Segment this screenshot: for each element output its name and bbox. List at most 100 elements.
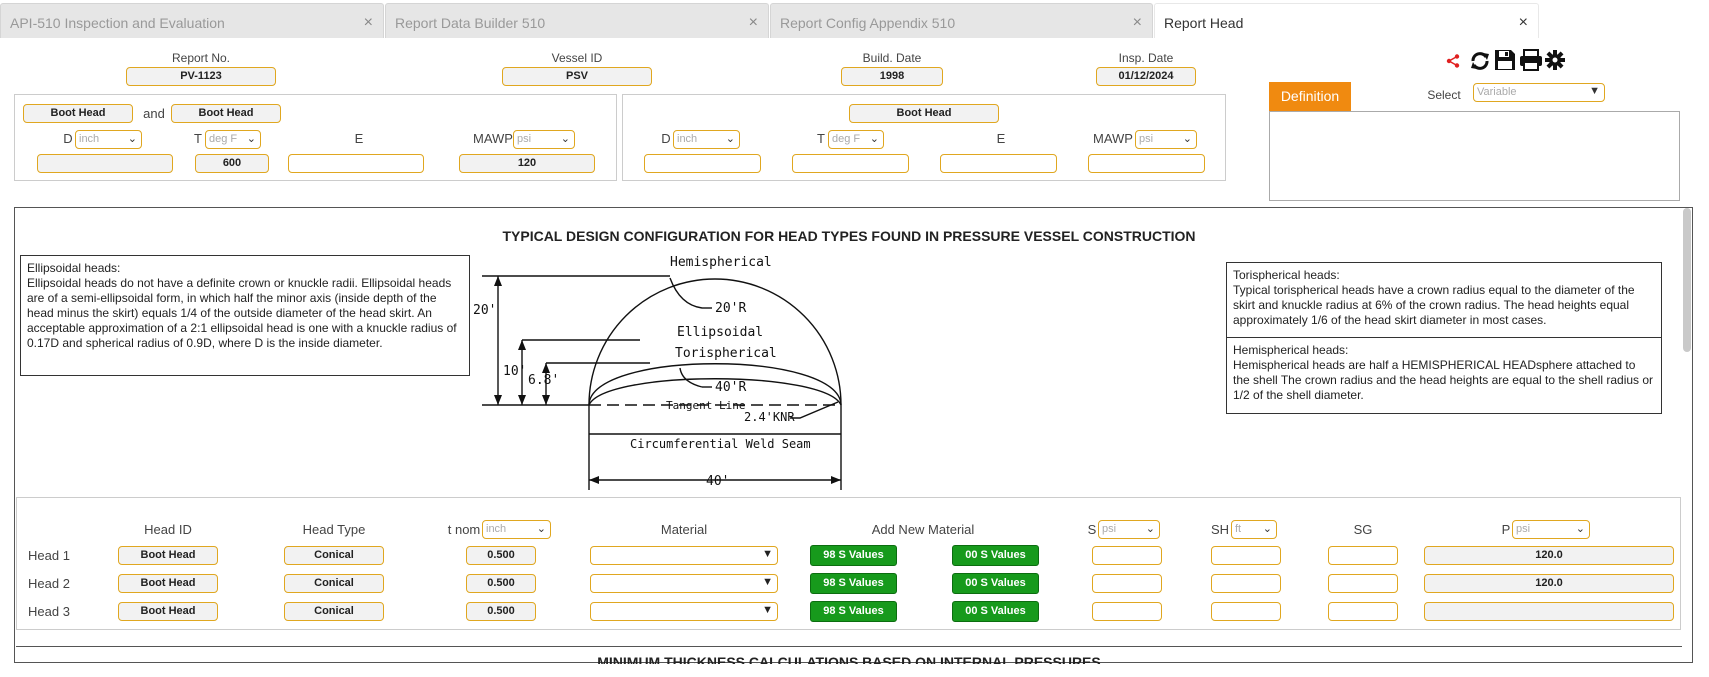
- material-select[interactable]: ▼: [590, 574, 778, 593]
- t-unit-select[interactable]: deg F ⌄: [205, 130, 261, 149]
- t-nom-field[interactable]: 0.500: [466, 546, 536, 565]
- sh-field[interactable]: [1211, 602, 1281, 621]
- t-nom-field[interactable]: 0.500: [466, 574, 536, 593]
- sg-field[interactable]: [1328, 546, 1398, 565]
- sh-field[interactable]: [1211, 546, 1281, 565]
- row-label: Head 3: [28, 604, 70, 619]
- chevron-down-icon: ⌄: [1182, 133, 1192, 145]
- tab-label: Report Head: [1164, 15, 1244, 31]
- t-value-field[interactable]: [792, 154, 909, 173]
- close-icon[interactable]: ×: [749, 15, 758, 31]
- p-unit-select[interactable]: psi ⌄: [1512, 520, 1590, 539]
- head-id-field[interactable]: Boot Head: [118, 602, 218, 621]
- head-b-field[interactable]: Boot Head: [171, 104, 281, 123]
- mawp-label: MAWP: [1093, 131, 1133, 146]
- vertical-scrollbar[interactable]: [1683, 208, 1691, 352]
- p-field[interactable]: 120.0: [1424, 546, 1674, 565]
- variable-select[interactable]: Variable ▼: [1473, 83, 1605, 102]
- e-value-field[interactable]: [288, 154, 424, 173]
- material-header: Material: [660, 522, 708, 537]
- head-field[interactable]: Boot Head: [849, 104, 999, 123]
- d-unit-value: inch: [79, 133, 100, 145]
- close-icon[interactable]: ×: [1133, 15, 1142, 31]
- save-icon[interactable]: [1494, 49, 1516, 71]
- vessel-id-label: Vessel ID: [551, 51, 603, 65]
- definition-tab[interactable]: Definition: [1269, 82, 1351, 111]
- d-unit-select[interactable]: inch ⌄: [673, 130, 740, 149]
- hemispherical-label: Hemispherical: [670, 255, 772, 270]
- insp-date-label: Insp. Date: [1118, 51, 1174, 65]
- head-id-field[interactable]: Boot Head: [118, 546, 218, 565]
- refresh-icon[interactable]: [1469, 50, 1491, 72]
- e-label: E: [354, 131, 364, 146]
- r20-label: 20'R: [715, 301, 746, 316]
- diagram-title: TYPICAL DESIGN CONFIGURATION FOR HEAD TY…: [502, 228, 1196, 244]
- left-input-panel: Boot Head and Boot Head D inch ⌄ T deg F ⌄…: [14, 94, 617, 181]
- d-unit-select[interactable]: inch ⌄: [75, 130, 142, 149]
- head-type-field[interactable]: Conical: [284, 546, 384, 565]
- 98-s-values-button[interactable]: 98 S Values: [810, 545, 897, 566]
- sh-unit-select[interactable]: ft ⌄: [1231, 520, 1277, 539]
- report-no-field[interactable]: PV-1123: [126, 67, 276, 86]
- gear-icon[interactable]: [1545, 50, 1565, 70]
- close-icon[interactable]: ×: [1519, 15, 1528, 31]
- sh-field[interactable]: [1211, 574, 1281, 593]
- 00-s-values-button[interactable]: 00 S Values: [952, 573, 1039, 594]
- right-input-panel: Boot Head D inch ⌄ T deg F ⌄ E MAWP psi ⌄: [622, 94, 1226, 181]
- build-date-field[interactable]: 1998: [841, 67, 943, 86]
- head-type-field[interactable]: Conical: [284, 574, 384, 593]
- 00-s-values-button[interactable]: 00 S Values: [952, 601, 1039, 622]
- d-label: D: [63, 131, 73, 146]
- vessel-id-field[interactable]: PSV: [502, 67, 652, 86]
- row-label: Head 1: [28, 548, 70, 563]
- d-value-field[interactable]: [37, 154, 173, 173]
- share-icon[interactable]: [1446, 54, 1460, 68]
- e-value-field[interactable]: [940, 154, 1057, 173]
- mawp-unit-select[interactable]: psi ⌄: [513, 130, 575, 149]
- material-select[interactable]: ▼: [590, 546, 778, 565]
- chevron-down-icon: ⌄: [560, 133, 570, 145]
- t-nom-unit-select[interactable]: inch ⌄: [482, 520, 551, 539]
- head-id-field[interactable]: Boot Head: [118, 574, 218, 593]
- 98-s-values-button[interactable]: 98 S Values: [810, 601, 897, 622]
- sg-field[interactable]: [1328, 602, 1398, 621]
- caret-down-icon: ▼: [1589, 85, 1600, 97]
- tab-bar: API-510 Inspection and Evaluation × Repo…: [0, 0, 1709, 38]
- add-new-material-header: Add New Material: [871, 522, 975, 537]
- mawp-value-field[interactable]: [1088, 154, 1205, 173]
- knr-label: 2.4'KNR: [744, 410, 795, 424]
- d-value-field[interactable]: [644, 154, 761, 173]
- 98-s-values-button[interactable]: 98 S Values: [810, 573, 897, 594]
- s-unit-select[interactable]: psi ⌄: [1098, 520, 1160, 539]
- mawp-label: MAWP: [473, 131, 513, 146]
- mawp-unit-select[interactable]: psi ⌄: [1135, 130, 1197, 149]
- tab-report-data-builder[interactable]: Report Data Builder 510 ×: [385, 3, 769, 38]
- weld-seam-label: Circumferential Weld Seam: [630, 437, 811, 451]
- t-value-field[interactable]: 600: [195, 154, 269, 173]
- p-field[interactable]: 120.0: [1424, 574, 1674, 593]
- t-unit-value: deg F: [832, 133, 861, 145]
- tab-report-head[interactable]: Report Head ×: [1154, 3, 1539, 38]
- mawp-value-field[interactable]: 120: [459, 154, 595, 173]
- d-label: D: [661, 131, 671, 146]
- tab-report-config-appendix[interactable]: Report Config Appendix 510 ×: [770, 3, 1153, 38]
- tab-api510-inspection[interactable]: API-510 Inspection and Evaluation ×: [0, 3, 384, 38]
- head-type-header: Head Type: [302, 522, 366, 537]
- variable-select-value: Variable: [1477, 86, 1517, 98]
- close-icon[interactable]: ×: [364, 15, 373, 31]
- p-field[interactable]: [1424, 602, 1674, 621]
- s-field[interactable]: [1092, 546, 1162, 565]
- head-type-field[interactable]: Conical: [284, 602, 384, 621]
- insp-date-field[interactable]: 01/12/2024: [1096, 67, 1196, 86]
- sg-field[interactable]: [1328, 574, 1398, 593]
- material-select[interactable]: ▼: [590, 602, 778, 621]
- s-field[interactable]: [1092, 574, 1162, 593]
- head-a-field[interactable]: Boot Head: [23, 104, 133, 123]
- d-unit-value: inch: [677, 133, 698, 145]
- s-field[interactable]: [1092, 602, 1162, 621]
- print-icon[interactable]: [1519, 49, 1543, 71]
- 00-s-values-button[interactable]: 00 S Values: [952, 545, 1039, 566]
- definition-text-area[interactable]: [1269, 111, 1680, 201]
- t-unit-select[interactable]: deg F ⌄: [828, 130, 884, 149]
- t-nom-field[interactable]: 0.500: [466, 602, 536, 621]
